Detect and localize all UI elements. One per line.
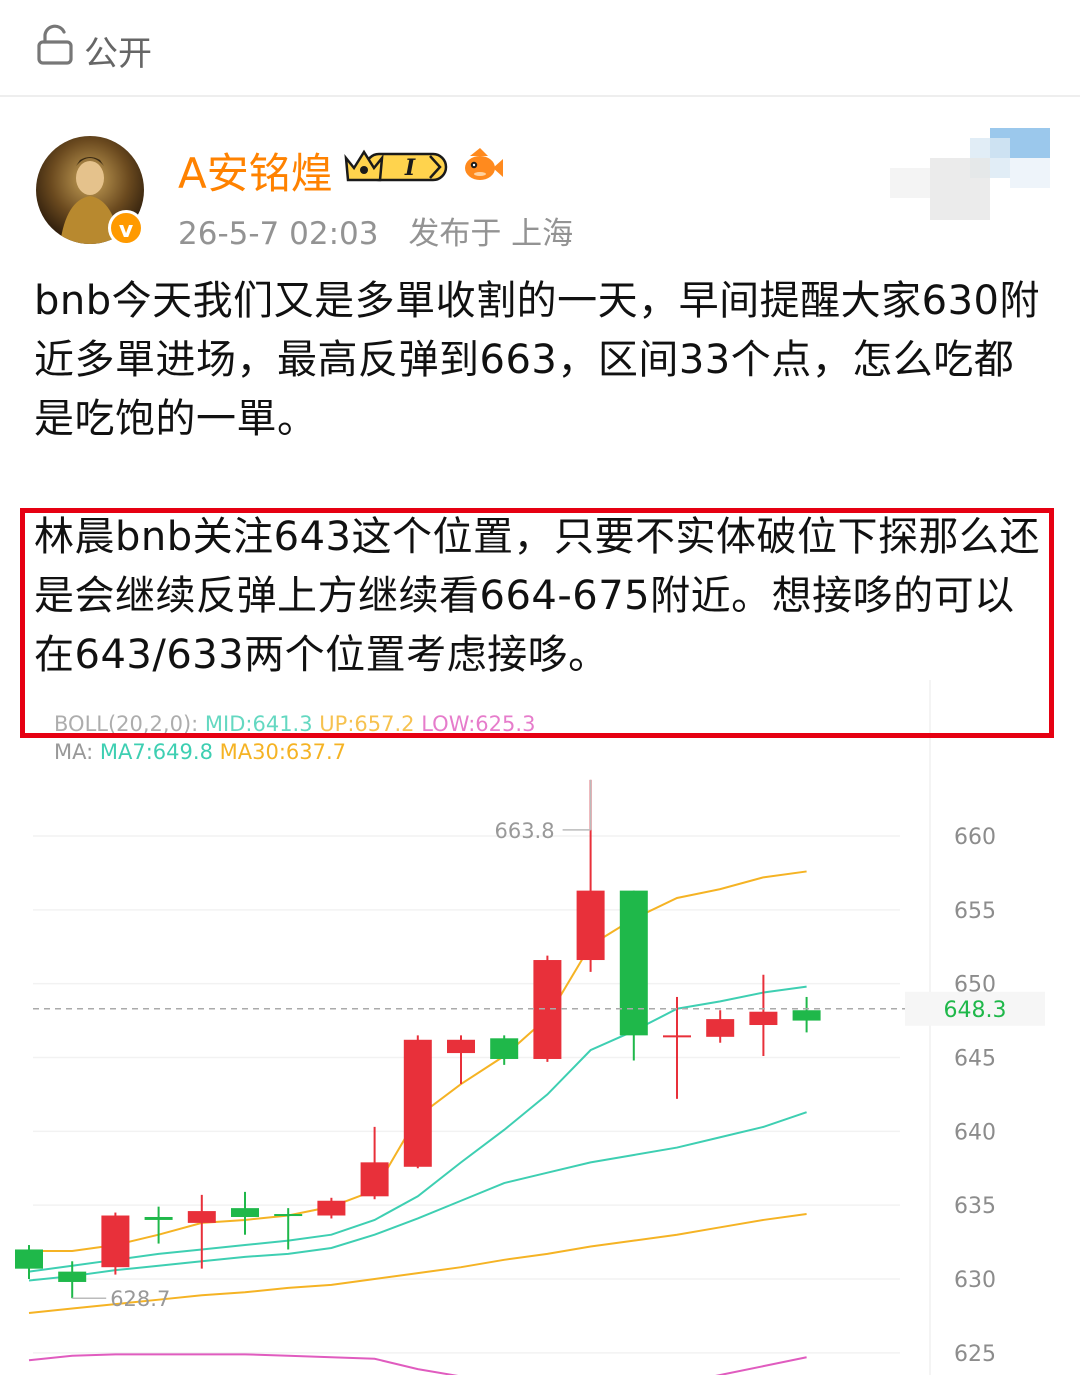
y-tick-label: 625: [954, 1342, 996, 1367]
post-location: 发布于 上海: [408, 216, 574, 252]
candle-body: [490, 1038, 519, 1059]
candle-body: [663, 1035, 691, 1038]
visibility-label: 公开: [84, 34, 152, 74]
candle-body: [58, 1271, 87, 1282]
candlestick-chart[interactable]: 660 655 650 645 640 635 630 625 648.3 663.8 628.7: [0, 680, 1080, 1375]
boll-lower-band-line: [28, 1353, 807, 1375]
verified-badge-icon: v: [108, 210, 144, 246]
candle-body: [274, 1214, 303, 1217]
candle-body: [15, 1249, 43, 1269]
candle-body: [447, 1039, 475, 1054]
blurred-ad-graphic: [890, 128, 1050, 220]
candle-body: [317, 1200, 346, 1216]
username[interactable]: A安铭煌: [178, 140, 333, 201]
candle-body: [749, 1011, 778, 1026]
candle-body: [792, 1010, 821, 1021]
y-tick-label: 630: [954, 1268, 996, 1293]
fish-badge-icon[interactable]: [460, 144, 504, 188]
ma-label: MA:: [54, 740, 94, 764]
candle-body: [403, 1039, 432, 1167]
visibility-bar[interactable]: 公开: [0, 0, 1080, 97]
y-tick-label: 640: [954, 1120, 996, 1145]
ma7-value: MA7:649.8: [99, 740, 213, 764]
y-tick-label: 645: [954, 1047, 996, 1072]
candle-body: [187, 1211, 216, 1223]
candle-body: [144, 1216, 173, 1220]
candle-body: [360, 1162, 389, 1197]
candle-body: [533, 960, 562, 1059]
post-meta: 26-5-7 02:03 发布于 上海: [178, 208, 573, 253]
y-tick-label: 660: [954, 825, 996, 850]
ma30-value: MA30:637.7: [219, 740, 347, 764]
current-price-label: 648.3: [944, 998, 1007, 1023]
candle-body: [231, 1208, 259, 1217]
post-timestamp: 26-5-7 02:03: [178, 216, 379, 252]
ma-indicator-line: MA: MA7:649.8 MA30:637.7: [54, 740, 346, 764]
low-label: 628.7: [110, 1287, 170, 1311]
candle-body: [576, 890, 605, 961]
red-highlight-frame: [20, 508, 1054, 738]
high-label: 663.8: [494, 819, 554, 843]
post-paragraph: bnb今天我们又是多單收割的一天，早间提醒大家630附近多單进场，最高反弹到66…: [34, 278, 1040, 442]
unlock-icon: [37, 24, 73, 65]
candle-body: [101, 1215, 130, 1268]
chart-canvas[interactable]: 660655650645640635630625648.3663.8628.7: [0, 680, 1080, 1375]
candle-body: [619, 890, 648, 1036]
candle-body: [706, 1019, 735, 1037]
y-tick-label: 655: [954, 899, 996, 924]
vip-crown-badge-icon[interactable]: I: [342, 146, 452, 186]
svg-text:I: I: [404, 155, 416, 181]
y-tick-label: 635: [954, 1194, 996, 1219]
